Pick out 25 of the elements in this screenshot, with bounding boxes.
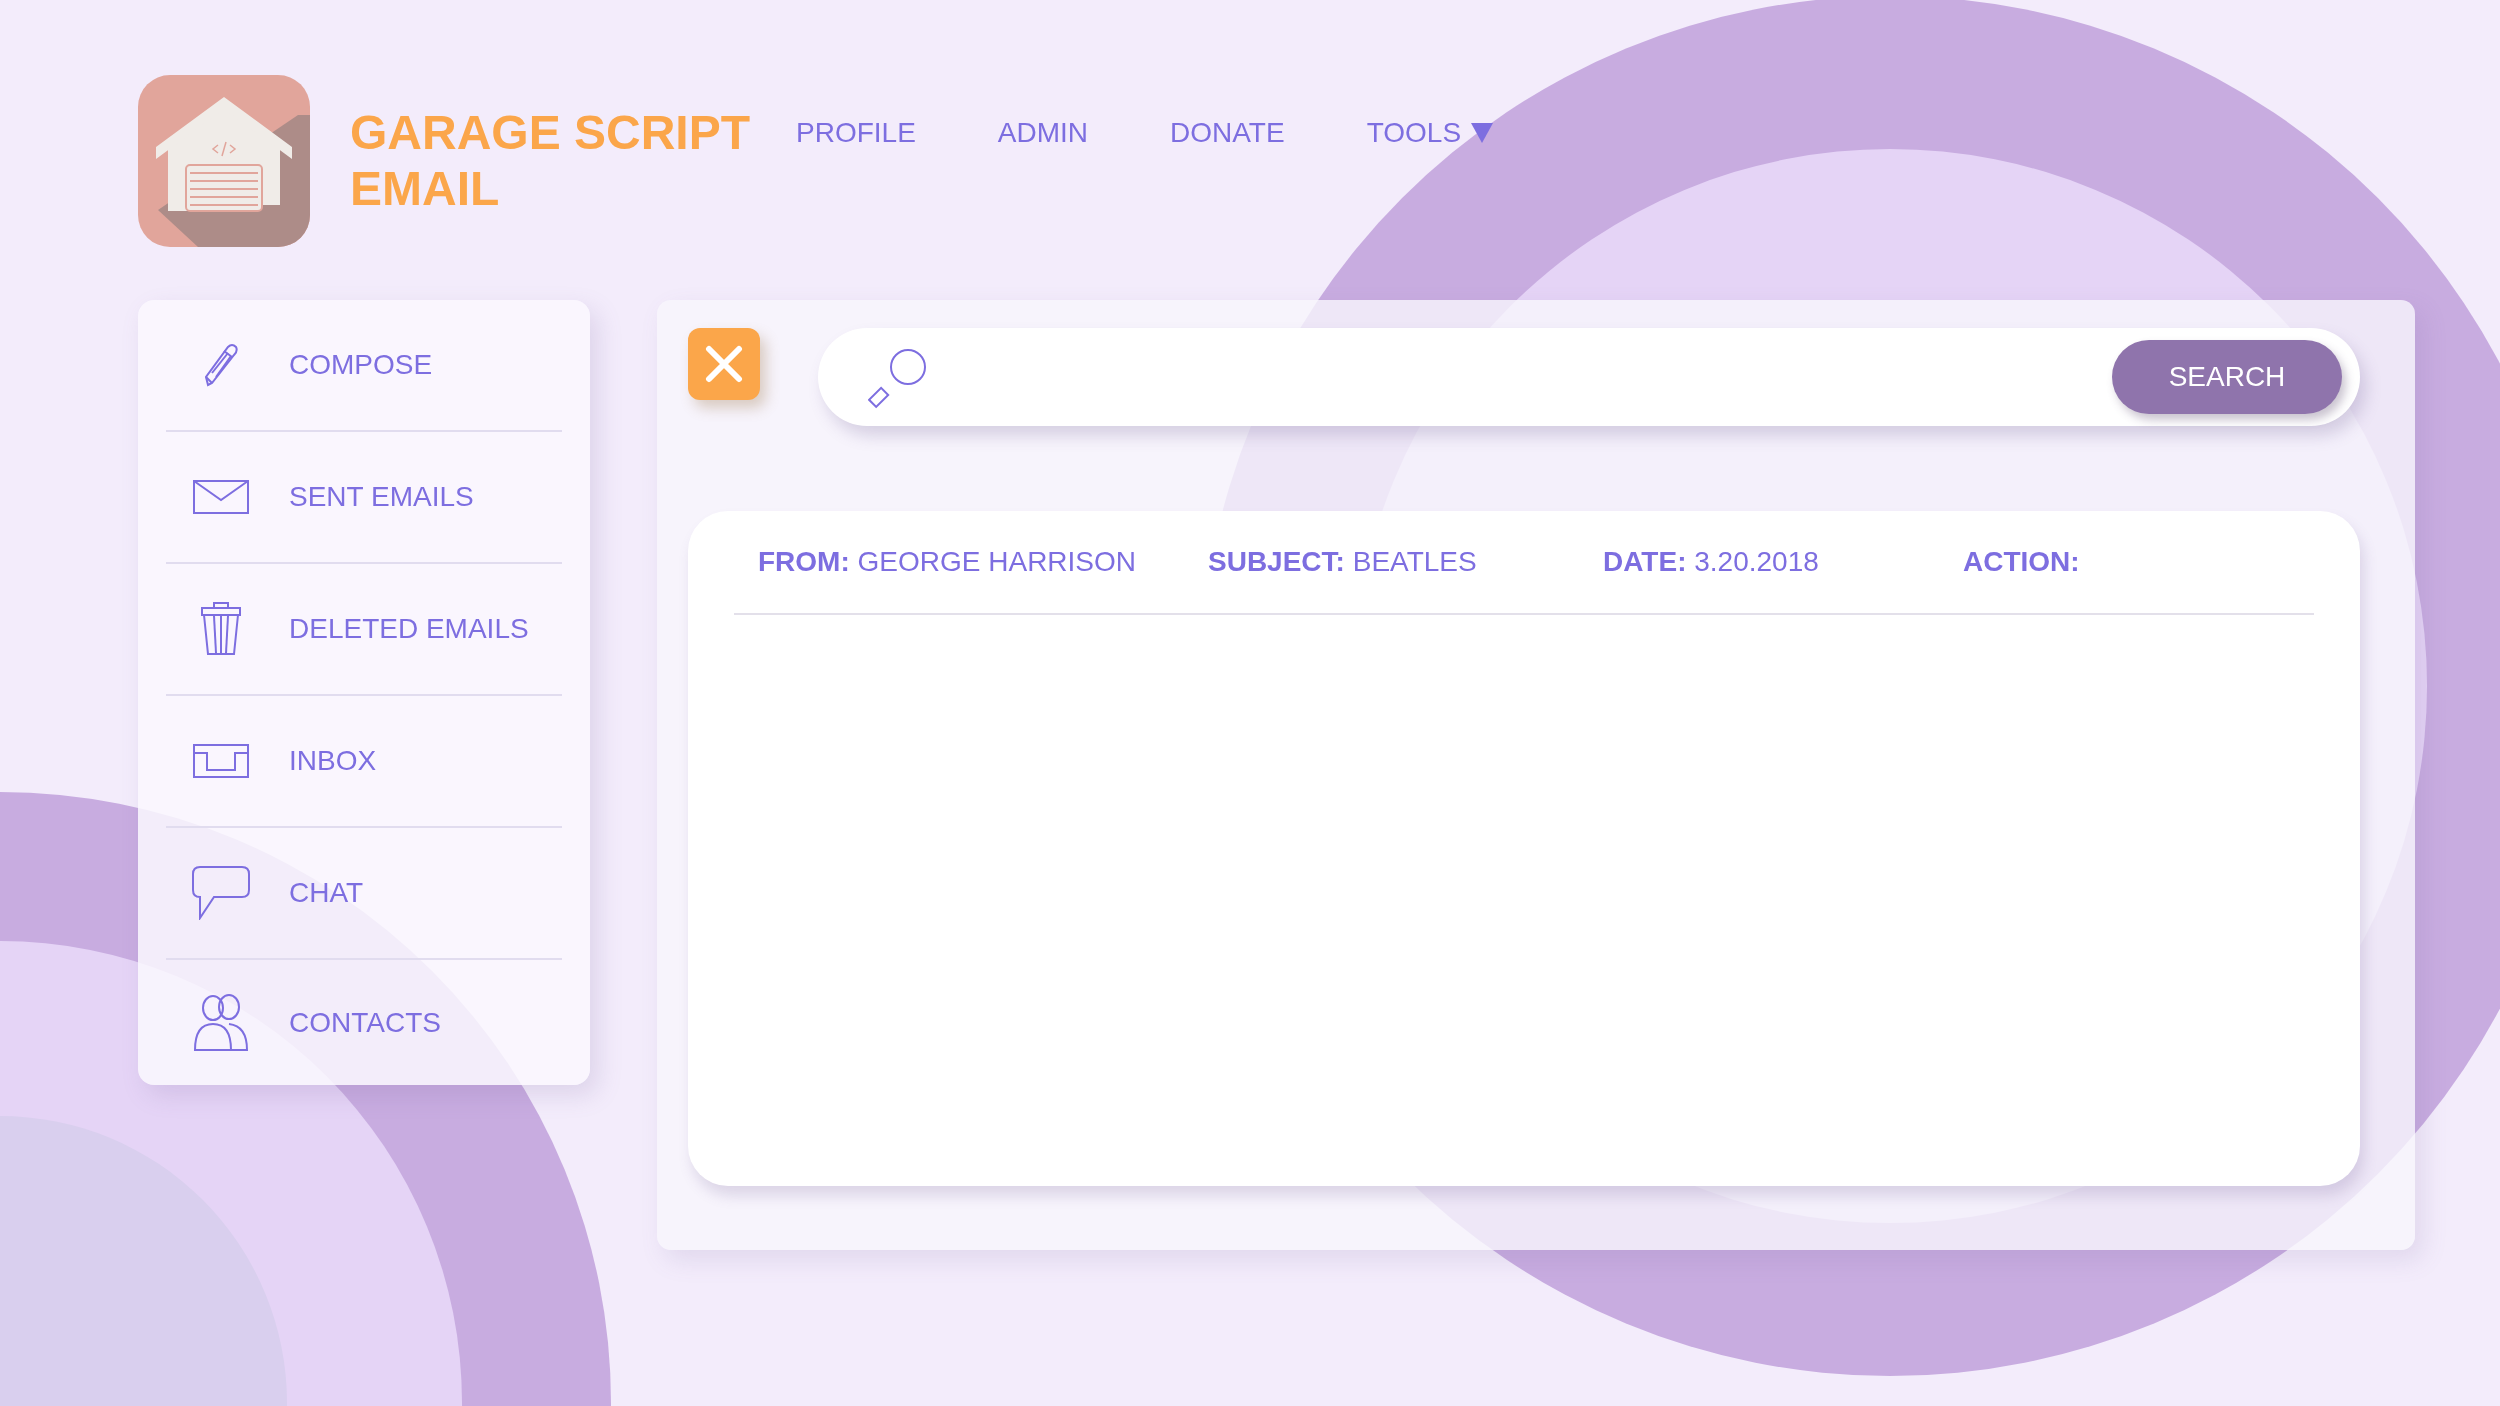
nav-link[interactable]: PROFILE [796, 112, 916, 154]
speech-bubble-icon [192, 866, 250, 920]
sidebar-item[interactable]: INBOX [166, 696, 562, 828]
nav-dropdown[interactable]: TOOLS [1366, 112, 1494, 154]
sidebar-item[interactable]: CONTACTS [166, 960, 562, 1085]
column-header: SUBJECT: BEATLES [1208, 546, 1477, 577]
sidebar-item[interactable]: CHAT [166, 828, 562, 960]
sidebar-item[interactable]: SENT EMAILS [166, 432, 562, 564]
sidebar-item[interactable]: DELETED EMAILS [166, 564, 562, 696]
pencil-icon [204, 343, 238, 387]
nav-link[interactable]: ADMIN [997, 112, 1089, 154]
nav-link[interactable]: DONATE [1170, 112, 1285, 154]
envelope-icon [193, 480, 249, 514]
search-field[interactable]: SEARCH [818, 328, 2360, 426]
search-button[interactable]: SEARCH [2112, 340, 2342, 414]
close-icon [705, 345, 743, 383]
column-header: DATE: 3.20.2018 [1603, 546, 1819, 577]
trash-icon [200, 602, 242, 656]
sidebar-item[interactable]: COMPOSE [166, 300, 562, 432]
column-header: FROM: GEORGE HARRISON [758, 546, 1137, 577]
people-icon [193, 993, 249, 1052]
column-header: ACTION: [1963, 546, 2080, 577]
app-title: GARAGE SCRIPT EMAIL [350, 105, 752, 217]
close-button[interactable] [688, 328, 760, 400]
inbox-tray-icon [193, 744, 249, 778]
